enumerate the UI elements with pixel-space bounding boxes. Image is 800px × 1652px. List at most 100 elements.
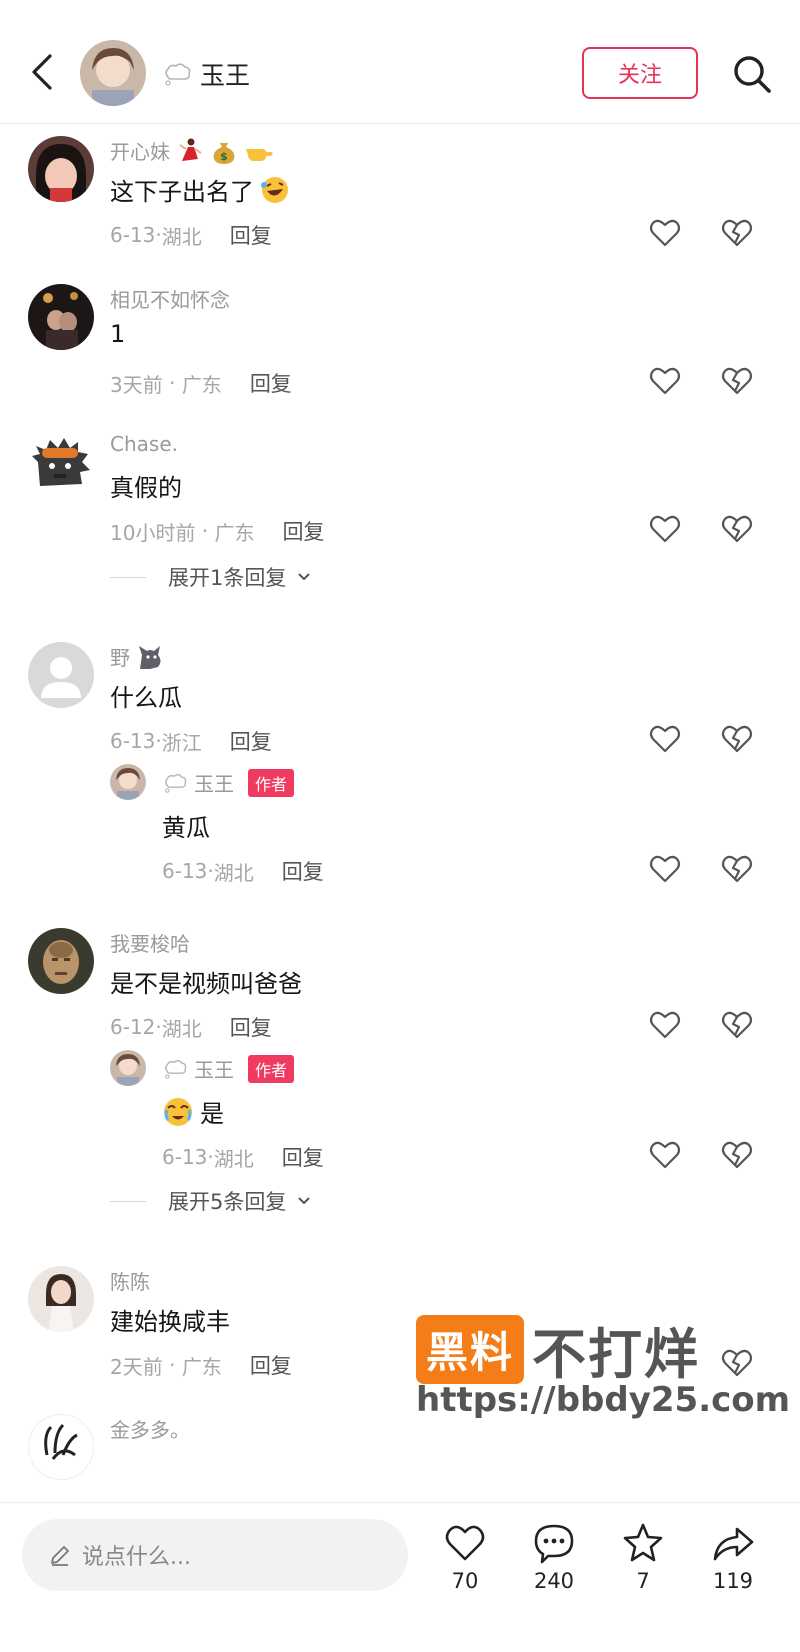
reply-text: 黄瓜 bbox=[162, 814, 210, 842]
comment-bubble-icon bbox=[534, 1524, 574, 1564]
heart-icon bbox=[445, 1525, 485, 1561]
comment-username[interactable]: 开心妹 $ bbox=[110, 136, 274, 165]
broken-heart-icon[interactable] bbox=[720, 216, 754, 250]
comment-meta: 6-13 · 湖北 回复 bbox=[110, 220, 272, 250]
heart-icon[interactable] bbox=[648, 364, 682, 398]
avatar[interactable] bbox=[28, 1414, 94, 1480]
pencil-icon bbox=[51, 1546, 69, 1566]
comment-text: 这下子出名了 bbox=[110, 172, 290, 207]
comment-username[interactable]: 金多多。 bbox=[110, 1414, 190, 1443]
reply-meta: 6-13 · 湖北 回复 bbox=[162, 856, 324, 886]
share-button[interactable]: 119 bbox=[698, 1521, 768, 1593]
comment-text: 什么瓜 bbox=[110, 684, 182, 712]
avatar[interactable] bbox=[28, 136, 94, 202]
thought-bubble-icon bbox=[165, 1059, 187, 1079]
expand-replies-button[interactable]: 展开1条回复 bbox=[110, 562, 312, 592]
share-arrow-icon bbox=[713, 1527, 754, 1561]
avatar[interactable] bbox=[28, 1266, 94, 1332]
comment-text: 1 bbox=[110, 320, 126, 348]
avatar[interactable] bbox=[28, 284, 94, 350]
author-name-text: 玉王 bbox=[200, 61, 251, 90]
search-icon bbox=[734, 56, 771, 93]
crying-face-emoji-icon bbox=[164, 1097, 192, 1126]
watermark-url: https://bbdy25.com bbox=[416, 1380, 791, 1420]
like-button[interactable]: 70 bbox=[430, 1521, 500, 1593]
avatar[interactable] bbox=[28, 928, 94, 994]
comment-item: 我要梭哈 是不是视频叫爸爸 6-12 · 湖北 回复 玉王 作者 是 6-13 … bbox=[0, 916, 800, 1246]
reply-button[interactable]: 回复 bbox=[283, 516, 325, 546]
reply-username[interactable]: 玉王 作者 bbox=[162, 768, 295, 797]
comment-meta: 6-12 · 湖北 回复 bbox=[110, 1012, 272, 1042]
comment-username[interactable]: 相见不如怀念 bbox=[110, 284, 230, 313]
reply-button[interactable]: 回复 bbox=[250, 1350, 292, 1380]
broken-heart-icon[interactable] bbox=[720, 512, 754, 546]
money-bag-emoji-icon: $ bbox=[213, 142, 235, 164]
chevron-down-icon bbox=[298, 1197, 311, 1205]
heart-icon[interactable] bbox=[648, 852, 682, 886]
comment-meta: 2天前 · 广东 回复 bbox=[110, 1350, 292, 1380]
bottom-bar: 说点什么... 70 240 7 119 bbox=[0, 1502, 800, 1652]
author-avatar[interactable] bbox=[80, 40, 146, 106]
heart-icon[interactable] bbox=[648, 512, 682, 546]
reply-button[interactable]: 回复 bbox=[230, 1012, 272, 1042]
reply-button[interactable]: 回复 bbox=[250, 368, 292, 398]
dancer-emoji-icon bbox=[179, 138, 202, 161]
avatar[interactable] bbox=[28, 642, 94, 708]
svg-text:$: $ bbox=[220, 150, 228, 163]
search-button[interactable] bbox=[730, 52, 774, 96]
reply-button[interactable]: 回复 bbox=[282, 1142, 324, 1172]
divider bbox=[110, 1200, 146, 1202]
chevron-down-icon bbox=[298, 573, 311, 581]
reply-avatar[interactable] bbox=[110, 764, 146, 800]
reply-avatar[interactable] bbox=[110, 1050, 146, 1086]
reply-button[interactable]: 回复 bbox=[230, 220, 272, 250]
reply-button[interactable]: 回复 bbox=[230, 726, 272, 756]
author-badge: 作者 bbox=[248, 768, 295, 797]
comment-meta: 10小时前 · 广东 回复 bbox=[110, 516, 325, 546]
like-count: 70 bbox=[451, 1569, 479, 1593]
back-button[interactable] bbox=[26, 50, 62, 94]
broken-heart-icon[interactable] bbox=[720, 1008, 754, 1042]
comment-meta: 3天前 · 广东 回复 bbox=[110, 368, 292, 398]
comment-input[interactable]: 说点什么... bbox=[22, 1519, 408, 1591]
watermark: 黑料 不打烊 https://bbdy25.com bbox=[416, 1310, 790, 1420]
heart-icon[interactable] bbox=[648, 216, 682, 250]
comment-username[interactable]: 陈陈 bbox=[110, 1266, 150, 1295]
reply-meta: 6-13 · 湖北 回复 bbox=[162, 1142, 324, 1172]
watermark-brand-box: 黑料 bbox=[416, 1315, 525, 1384]
heart-icon[interactable] bbox=[648, 722, 682, 756]
reply-username[interactable]: 玉王 作者 bbox=[162, 1054, 295, 1083]
broken-heart-icon[interactable] bbox=[720, 852, 754, 886]
top-bar: 玉王 关注 bbox=[0, 0, 800, 124]
rofl-emoji-icon bbox=[261, 176, 288, 203]
broken-heart-icon[interactable] bbox=[720, 364, 754, 398]
comment-count: 240 bbox=[533, 1569, 575, 1593]
comment-item: 相见不如怀念 1 3天前 · 广东 回复 bbox=[0, 272, 800, 420]
comment-username[interactable]: Chase. bbox=[110, 432, 178, 456]
chevron-left-icon bbox=[32, 54, 52, 90]
author-name: 玉王 bbox=[162, 56, 250, 92]
broken-heart-icon[interactable] bbox=[720, 1138, 754, 1172]
reply-text: 是 bbox=[162, 1094, 224, 1129]
reply-button[interactable]: 回复 bbox=[282, 856, 324, 886]
watermark-brand-text: 不打烊 bbox=[532, 1323, 701, 1386]
favorite-button[interactable]: 7 bbox=[608, 1521, 678, 1593]
broken-heart-icon[interactable] bbox=[720, 722, 754, 756]
share-count: 119 bbox=[712, 1569, 754, 1593]
comment-list: 开心妹 $ 这下子出名了 6-13 · 湖北 回复 相见不如怀念 1 3天前 ·… bbox=[0, 124, 800, 1502]
comment-username[interactable]: 野 bbox=[110, 642, 164, 671]
heart-icon[interactable] bbox=[648, 1138, 682, 1172]
comment-meta: 6-13 · 浙江 回复 bbox=[110, 726, 272, 756]
comment-input-placeholder: 说点什么... bbox=[82, 1545, 191, 1570]
follow-button[interactable]: 关注 bbox=[582, 47, 698, 99]
comment-text: 建始换咸丰 bbox=[110, 1308, 230, 1336]
thought-bubble-icon bbox=[165, 773, 187, 793]
comment-button[interactable]: 240 bbox=[519, 1521, 589, 1593]
heart-icon[interactable] bbox=[648, 1008, 682, 1042]
divider bbox=[110, 576, 146, 578]
avatar[interactable] bbox=[28, 432, 94, 498]
comment-text: 是不是视频叫爸爸 bbox=[110, 970, 302, 998]
author-badge: 作者 bbox=[248, 1054, 295, 1083]
expand-replies-button[interactable]: 展开5条回复 bbox=[110, 1186, 312, 1216]
comment-username[interactable]: 我要梭哈 bbox=[110, 928, 190, 957]
